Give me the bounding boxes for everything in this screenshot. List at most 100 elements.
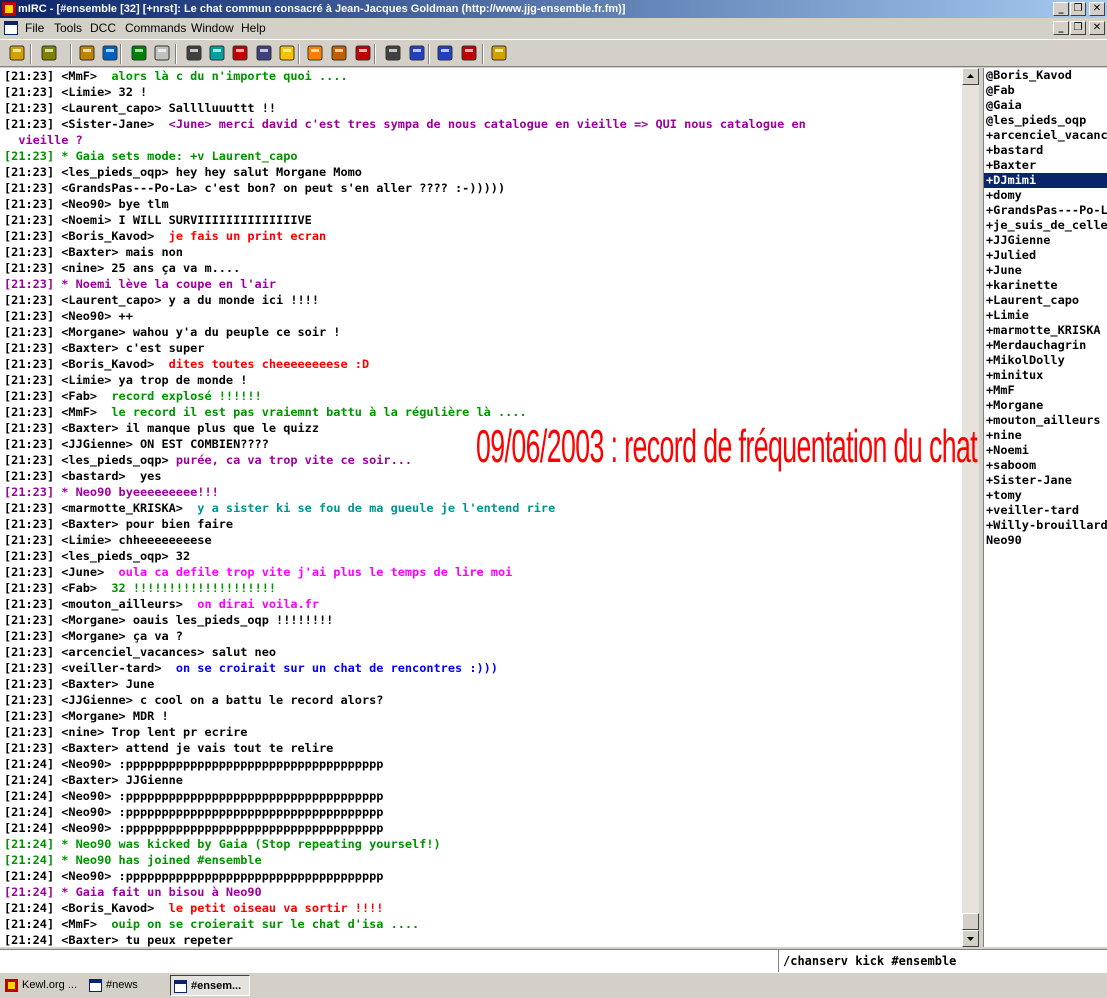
menu-file[interactable]: File: [25, 18, 44, 38]
help-icon[interactable]: [408, 44, 426, 62]
nick-item[interactable]: +June: [984, 263, 1107, 278]
options-icon[interactable]: [40, 44, 58, 62]
nick-item[interactable]: +mouton_ailleurs: [984, 413, 1107, 428]
chat-line-prefix: [21:23] <Neo90> ++: [4, 309, 133, 323]
nick-item[interactable]: +GrandsPas---Po-La: [984, 203, 1107, 218]
taskbar-window-button[interactable]: #ensem...: [170, 975, 250, 996]
dcc-chat-icon[interactable]: [306, 44, 324, 62]
urls-icon[interactable]: [231, 44, 249, 62]
chat-line-prefix: [21:23] <nine> 25 ans ça va m....: [4, 261, 241, 275]
chat-line-prefix: [21:24] <Neo90> :ppppppppppppppppppppppp…: [4, 789, 384, 803]
chat-line: [21:23] <Laurent_capo> Salllluuuttt !!: [4, 100, 944, 116]
nick-item[interactable]: +MmF: [984, 383, 1107, 398]
colors-2-icon[interactable]: [490, 44, 508, 62]
taskbar-window-button[interactable]: #news: [86, 975, 164, 996]
command-input[interactable]: /chanserv kick #ensemble: [778, 950, 1107, 972]
chat-line-prefix: [21:23] <arcenciel_vacances> salut neo: [4, 645, 277, 659]
scripts-icon[interactable]: [130, 44, 148, 62]
scroll-up-button[interactable]: [962, 68, 979, 85]
timer-icon[interactable]: [153, 44, 171, 62]
colors-icon[interactable]: [185, 44, 203, 62]
cascade-icon[interactable]: [384, 44, 402, 62]
logs-icon[interactable]: [255, 44, 273, 62]
nick-item[interactable]: +Morgane: [984, 398, 1107, 413]
mdi-minimize-button[interactable]: _: [1053, 21, 1069, 35]
chat-line-prefix: [21:24] <MmF>: [4, 917, 112, 931]
nick-item[interactable]: +saboom: [984, 458, 1107, 473]
nick-item[interactable]: @les_pieds_oqp: [984, 113, 1107, 128]
chat-line-prefix: [21:23] <bastard> yes: [4, 469, 162, 483]
chat-line-message: on se croirait sur un chat de rencontres…: [175, 661, 498, 675]
connect-icon[interactable]: [8, 44, 26, 62]
scroll-down-arrow-icon: [967, 937, 974, 941]
menu-help[interactable]: Help: [241, 18, 266, 38]
scroll-down-button[interactable]: [962, 930, 979, 947]
nick-item[interactable]: +MikolDolly: [984, 353, 1107, 368]
nick-item[interactable]: +minitux: [984, 368, 1107, 383]
chat-area[interactable]: [21:23] <MmF> alors là c du n'importe qu…: [0, 68, 962, 947]
chat-line-message: [21:23] * Noemi lève la coupe en l'air: [4, 277, 277, 291]
nick-item[interactable]: +Noemi: [984, 443, 1107, 458]
channels-icon[interactable]: [101, 44, 119, 62]
notify-icon[interactable]: [208, 44, 226, 62]
about-icon[interactable]: [436, 44, 454, 62]
nick-item[interactable]: Neo90: [984, 533, 1107, 548]
chat-line: [21:23] <Morgane> MDR !: [4, 708, 944, 724]
nick-item[interactable]: +marmotte_KRISKA: [984, 323, 1107, 338]
nick-item[interactable]: +arcenciel_vacances: [984, 128, 1107, 143]
mdi-restore-button[interactable]: ❐: [1070, 21, 1086, 35]
chat-line: [21:23] <Neo90> bye tlm: [4, 196, 944, 212]
nick-item[interactable]: +nine: [984, 428, 1107, 443]
chat-scrollbar[interactable]: [962, 68, 979, 947]
menu-window[interactable]: Window: [191, 18, 234, 38]
tile-icon[interactable]: [354, 44, 372, 62]
taskbar-window-button[interactable]: Kewl.org ...: [2, 975, 82, 996]
chat-line: [21:23] <Sister-Jane> <June> merci david…: [4, 116, 944, 148]
restore-button[interactable]: ❐: [1070, 2, 1086, 16]
nick-item[interactable]: @Boris_Kavod: [984, 68, 1107, 83]
dcc-options-icon[interactable]: [330, 44, 348, 62]
chat-line-message: [21:24] * Neo90 was kicked by Gaia (Stop…: [4, 837, 441, 851]
nick-item[interactable]: +karinette: [984, 278, 1107, 293]
scroll-up-arrow-icon: [967, 74, 974, 78]
nick-item[interactable]: +je_suis_de_celles: [984, 218, 1107, 233]
online-timer-icon[interactable]: [460, 44, 478, 62]
chat-line-message: purée, ca va trop vite ce soir...: [175, 453, 413, 467]
nick-item[interactable]: +Sister-Jane: [984, 473, 1107, 488]
watermark-caption: 09/06/2003 : record de fréquentation du …: [476, 420, 978, 472]
title-bar[interactable]: mIRC - [#ensemble [32] [+nrst]: Le chat …: [0, 0, 1107, 18]
close-button[interactable]: ✕: [1089, 2, 1105, 16]
nick-list[interactable]: @Boris_Kavod @Fab @Gaia @les_pieds_oqp +arce…: [983, 68, 1107, 947]
menu-tools[interactable]: Tools: [54, 18, 82, 38]
nick-item[interactable]: +Willy-brouillard: [984, 518, 1107, 533]
nick-item[interactable]: +JJGienne: [984, 233, 1107, 248]
menu-dcc[interactable]: DCC: [90, 18, 116, 38]
nick-item[interactable]: @Gaia: [984, 98, 1107, 113]
channel-window-icon[interactable]: [4, 21, 18, 35]
nick-item[interactable]: @Fab: [984, 83, 1107, 98]
nick-item[interactable]: +domy: [984, 188, 1107, 203]
nick-item[interactable]: +Julied: [984, 248, 1107, 263]
nick-item[interactable]: +tomy: [984, 488, 1107, 503]
nick-item[interactable]: +DJmimi: [984, 173, 1107, 188]
chat-line-prefix: [21:23] <Morgane> ça va ?: [4, 629, 183, 643]
nick-item[interactable]: +Baxter: [984, 158, 1107, 173]
nick-item[interactable]: +veiller-tard: [984, 503, 1107, 518]
chat-line-message: dites toutes cheeeeeeeese :D: [168, 357, 370, 371]
nick-item[interactable]: +Laurent_capo: [984, 293, 1107, 308]
nick-item[interactable]: +Merdauchagrin: [984, 338, 1107, 353]
chat-line: [21:23] <arcenciel_vacances> salut neo: [4, 644, 944, 660]
chat-line: [21:24] <Neo90> :ppppppppppppppppppppppp…: [4, 804, 944, 820]
menu-commands[interactable]: Commands: [125, 18, 186, 38]
mdi-close-button[interactable]: ✕: [1089, 21, 1105, 35]
nick-item[interactable]: +Limie: [984, 308, 1107, 323]
mirc-app-icon[interactable]: [2, 2, 16, 16]
address-book-icon[interactable]: [78, 44, 96, 62]
nick-item[interactable]: +bastard: [984, 143, 1107, 158]
chat-line: [21:23] <MmF> le record il est pas vraie…: [4, 404, 944, 420]
dcc-send-icon[interactable]: [278, 44, 296, 62]
chat-line: [21:23] * Noemi lève la coupe en l'air: [4, 276, 944, 292]
minimize-button[interactable]: _: [1053, 2, 1069, 16]
chat-line-prefix: [21:24] <Baxter> JJGienne: [4, 773, 183, 787]
scroll-thumb[interactable]: [962, 913, 979, 930]
